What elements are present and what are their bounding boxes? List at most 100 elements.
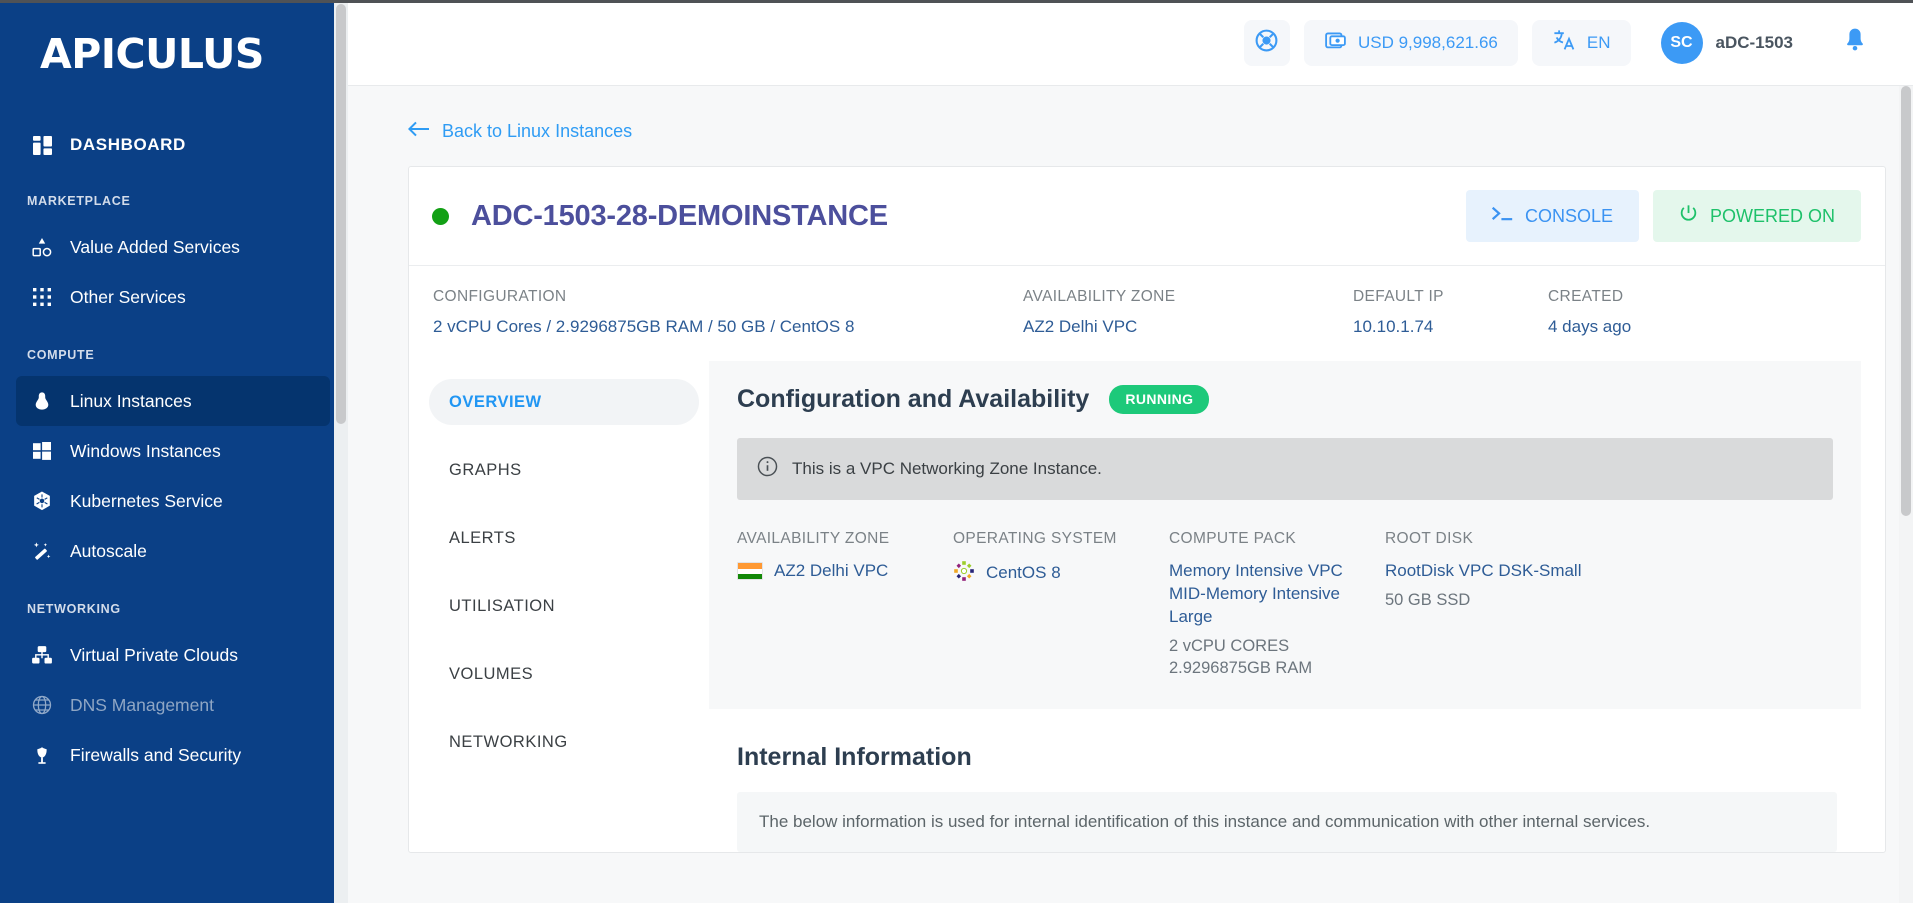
wallet-icon <box>1324 29 1347 57</box>
wallet-balance-text: USD 9,998,621.66 <box>1358 33 1498 53</box>
language-selector[interactable]: EN <box>1532 20 1631 66</box>
back-to-linux-instances-link[interactable]: Back to Linux Instances <box>408 121 632 142</box>
sidebar-item-label: DASHBOARD <box>70 135 186 155</box>
meta-value: 2 vCPU Cores / 2.9296875GB RAM / 50 GB /… <box>433 317 1023 337</box>
vpc-notice: This is a VPC Networking Zone Instance. <box>737 438 1833 500</box>
power-state-button[interactable]: POWERED ON <box>1653 190 1861 242</box>
sidebar-item-kubernetes-service[interactable]: Kubernetes Service <box>16 476 330 526</box>
sidebar-item-label: Other Services <box>70 287 186 308</box>
meta-configuration: CONFIGURATION 2 vCPU Cores / 2.9296875GB… <box>433 288 1023 337</box>
meta-value: 4 days ago <box>1548 317 1748 337</box>
sidebar-item-other-services[interactable]: Other Services <box>16 272 330 322</box>
dashboard-grid-icon <box>30 133 54 157</box>
meta-value: AZ2 Delhi VPC <box>1023 317 1353 337</box>
instance-actions: CONSOLE POWERED ON <box>1466 190 1861 242</box>
tab-utilisation[interactable]: UTILISATION <box>429 583 699 629</box>
sidebar-item-value-added-services[interactable]: Value Added Services <box>16 222 330 272</box>
support-button[interactable] <box>1244 20 1290 66</box>
detail-label: ROOT DISK <box>1385 530 1631 548</box>
tab-overview[interactable]: OVERVIEW <box>429 379 699 425</box>
tab-alerts[interactable]: ALERTS <box>429 515 699 561</box>
arrow-left-icon <box>408 121 430 142</box>
centos-logo-icon <box>953 560 975 587</box>
terminal-icon <box>1492 206 1513 227</box>
brand-logo[interactable]: APICULUS <box>0 0 348 118</box>
tab-label: ALERTS <box>449 529 516 548</box>
avatar: SC <box>1661 22 1703 64</box>
detail-value[interactable]: CentOS 8 <box>986 562 1061 585</box>
sidebar-scrollbar-thumb[interactable] <box>336 4 346 424</box>
tab-volumes[interactable]: VOLUMES <box>429 651 699 697</box>
sidebar-item-dashboard[interactable]: DASHBOARD <box>16 122 330 168</box>
tab-networking[interactable]: NETWORKING <box>429 719 699 765</box>
main-scrollbar-thumb[interactable] <box>1901 86 1911 516</box>
panel-header: Configuration and Availability RUNNING <box>737 385 1833 414</box>
sidebar-item-windows-instances[interactable]: Windows Instances <box>16 426 330 476</box>
tab-label: VOLUMES <box>449 665 533 684</box>
sidebar-item-firewalls-and-security[interactable]: Firewalls and Security <box>16 730 330 780</box>
sidebar-item-virtual-private-clouds[interactable]: Virtual Private Clouds <box>16 630 330 680</box>
user-menu[interactable]: SC aDC-1503 <box>1661 22 1794 64</box>
instance-header: ADC-1503-28-DEMOINSTANCE CONSOLE <box>409 167 1885 265</box>
configuration-availability-panel: Configuration and Availability RUNNING <box>709 361 1861 709</box>
info-icon <box>757 456 778 482</box>
status-dot-icon <box>432 208 449 225</box>
sidebar-item-label: Virtual Private Clouds <box>70 645 238 666</box>
detail-value[interactable]: RootDisk VPC DSK-Small <box>1385 560 1631 583</box>
console-button-label: CONSOLE <box>1525 206 1613 227</box>
sidebar-item-label: Firewalls and Security <box>70 745 241 766</box>
meta-availability-zone: AVAILABILITY ZONE AZ2 Delhi VPC <box>1023 288 1353 337</box>
instance-tab-list: OVERVIEW GRAPHS ALERTS UTILISATION VOLUM… <box>409 361 699 852</box>
tab-label: GRAPHS <box>449 461 522 480</box>
meta-value: 10.10.1.74 <box>1353 317 1548 337</box>
meta-label: CREATED <box>1548 288 1748 306</box>
back-link-text: Back to Linux Instances <box>442 121 632 142</box>
instance-title-group: ADC-1503-28-DEMOINSTANCE <box>432 200 888 233</box>
detail-sub-size: 50 GB SSD <box>1385 589 1631 611</box>
overview-panel-column: Configuration and Availability RUNNING <box>699 361 1885 852</box>
magic-wand-icon <box>30 539 54 563</box>
main-scrollbar-track[interactable] <box>1899 86 1913 903</box>
sidebar-item-label: Value Added Services <box>70 237 240 258</box>
tab-label: NETWORKING <box>449 733 568 752</box>
kubernetes-icon <box>30 489 54 513</box>
sidebar-section-marketplace: MARKETPLACE <box>0 194 348 208</box>
window-top-strip <box>0 0 1913 3</box>
user-name: aDC-1503 <box>1716 33 1794 53</box>
tab-graphs[interactable]: GRAPHS <box>429 447 699 493</box>
console-button[interactable]: CONSOLE <box>1466 190 1639 242</box>
lifebuoy-icon <box>1254 28 1279 58</box>
main-area: USD 9,998,621.66 EN SC aDC-1503 <box>348 0 1913 903</box>
vpc-notice-text: This is a VPC Networking Zone Instance. <box>792 459 1102 479</box>
detail-operating-system: OPERATING SYSTEM <box>953 530 1169 679</box>
detail-sub-ram: 2.9296875GB RAM <box>1169 657 1371 679</box>
detail-sub-cores: 2 vCPU CORES <box>1169 635 1371 657</box>
top-bar: USD 9,998,621.66 EN SC aDC-1503 <box>348 0 1913 86</box>
translate-icon <box>1552 28 1576 57</box>
wallet-balance-button[interactable]: USD 9,998,621.66 <box>1304 20 1518 66</box>
brand-logo-text: APICULUS <box>40 30 348 78</box>
card-body: OVERVIEW GRAPHS ALERTS UTILISATION VOLUM… <box>409 361 1885 852</box>
power-state-label: POWERED ON <box>1710 206 1835 227</box>
instance-detail-card: ADC-1503-28-DEMOINSTANCE CONSOLE <box>408 166 1886 853</box>
configuration-detail-grid: AVAILABILITY ZONE AZ2 Delhi VPC <box>737 530 1833 679</box>
sidebar-item-autoscale[interactable]: Autoscale <box>16 526 330 576</box>
sidebar-item-label: Kubernetes Service <box>70 491 223 512</box>
sidebar-item-label: Linux Instances <box>70 391 192 412</box>
sidebar-item-label: Autoscale <box>70 541 147 562</box>
tab-label: UTILISATION <box>449 597 555 616</box>
sidebar-item-linux-instances[interactable]: Linux Instances <box>16 376 330 426</box>
detail-compute-pack: COMPUTE PACK Memory Intensive VPC MID-Me… <box>1169 530 1385 679</box>
notifications-button[interactable] <box>1843 27 1867 58</box>
detail-value[interactable]: Memory Intensive VPC MID-Memory Intensiv… <box>1169 560 1371 629</box>
detail-root-disk: ROOT DISK RootDisk VPC DSK-Small 50 GB S… <box>1385 530 1645 679</box>
detail-value[interactable]: AZ2 Delhi VPC <box>774 560 888 583</box>
sidebar-section-compute: COMPUTE <box>0 348 348 362</box>
status-badge: RUNNING <box>1109 385 1209 414</box>
detail-label: OPERATING SYSTEM <box>953 530 1155 548</box>
sidebar-scrollbar-track[interactable] <box>334 0 348 903</box>
windows-icon <box>30 439 54 463</box>
network-topology-icon <box>30 643 54 667</box>
sidebar: APICULUS DASHBOARD MARKETPLACE Value A <box>0 0 348 903</box>
sidebar-item-dns-management[interactable]: DNS Management <box>16 680 330 730</box>
